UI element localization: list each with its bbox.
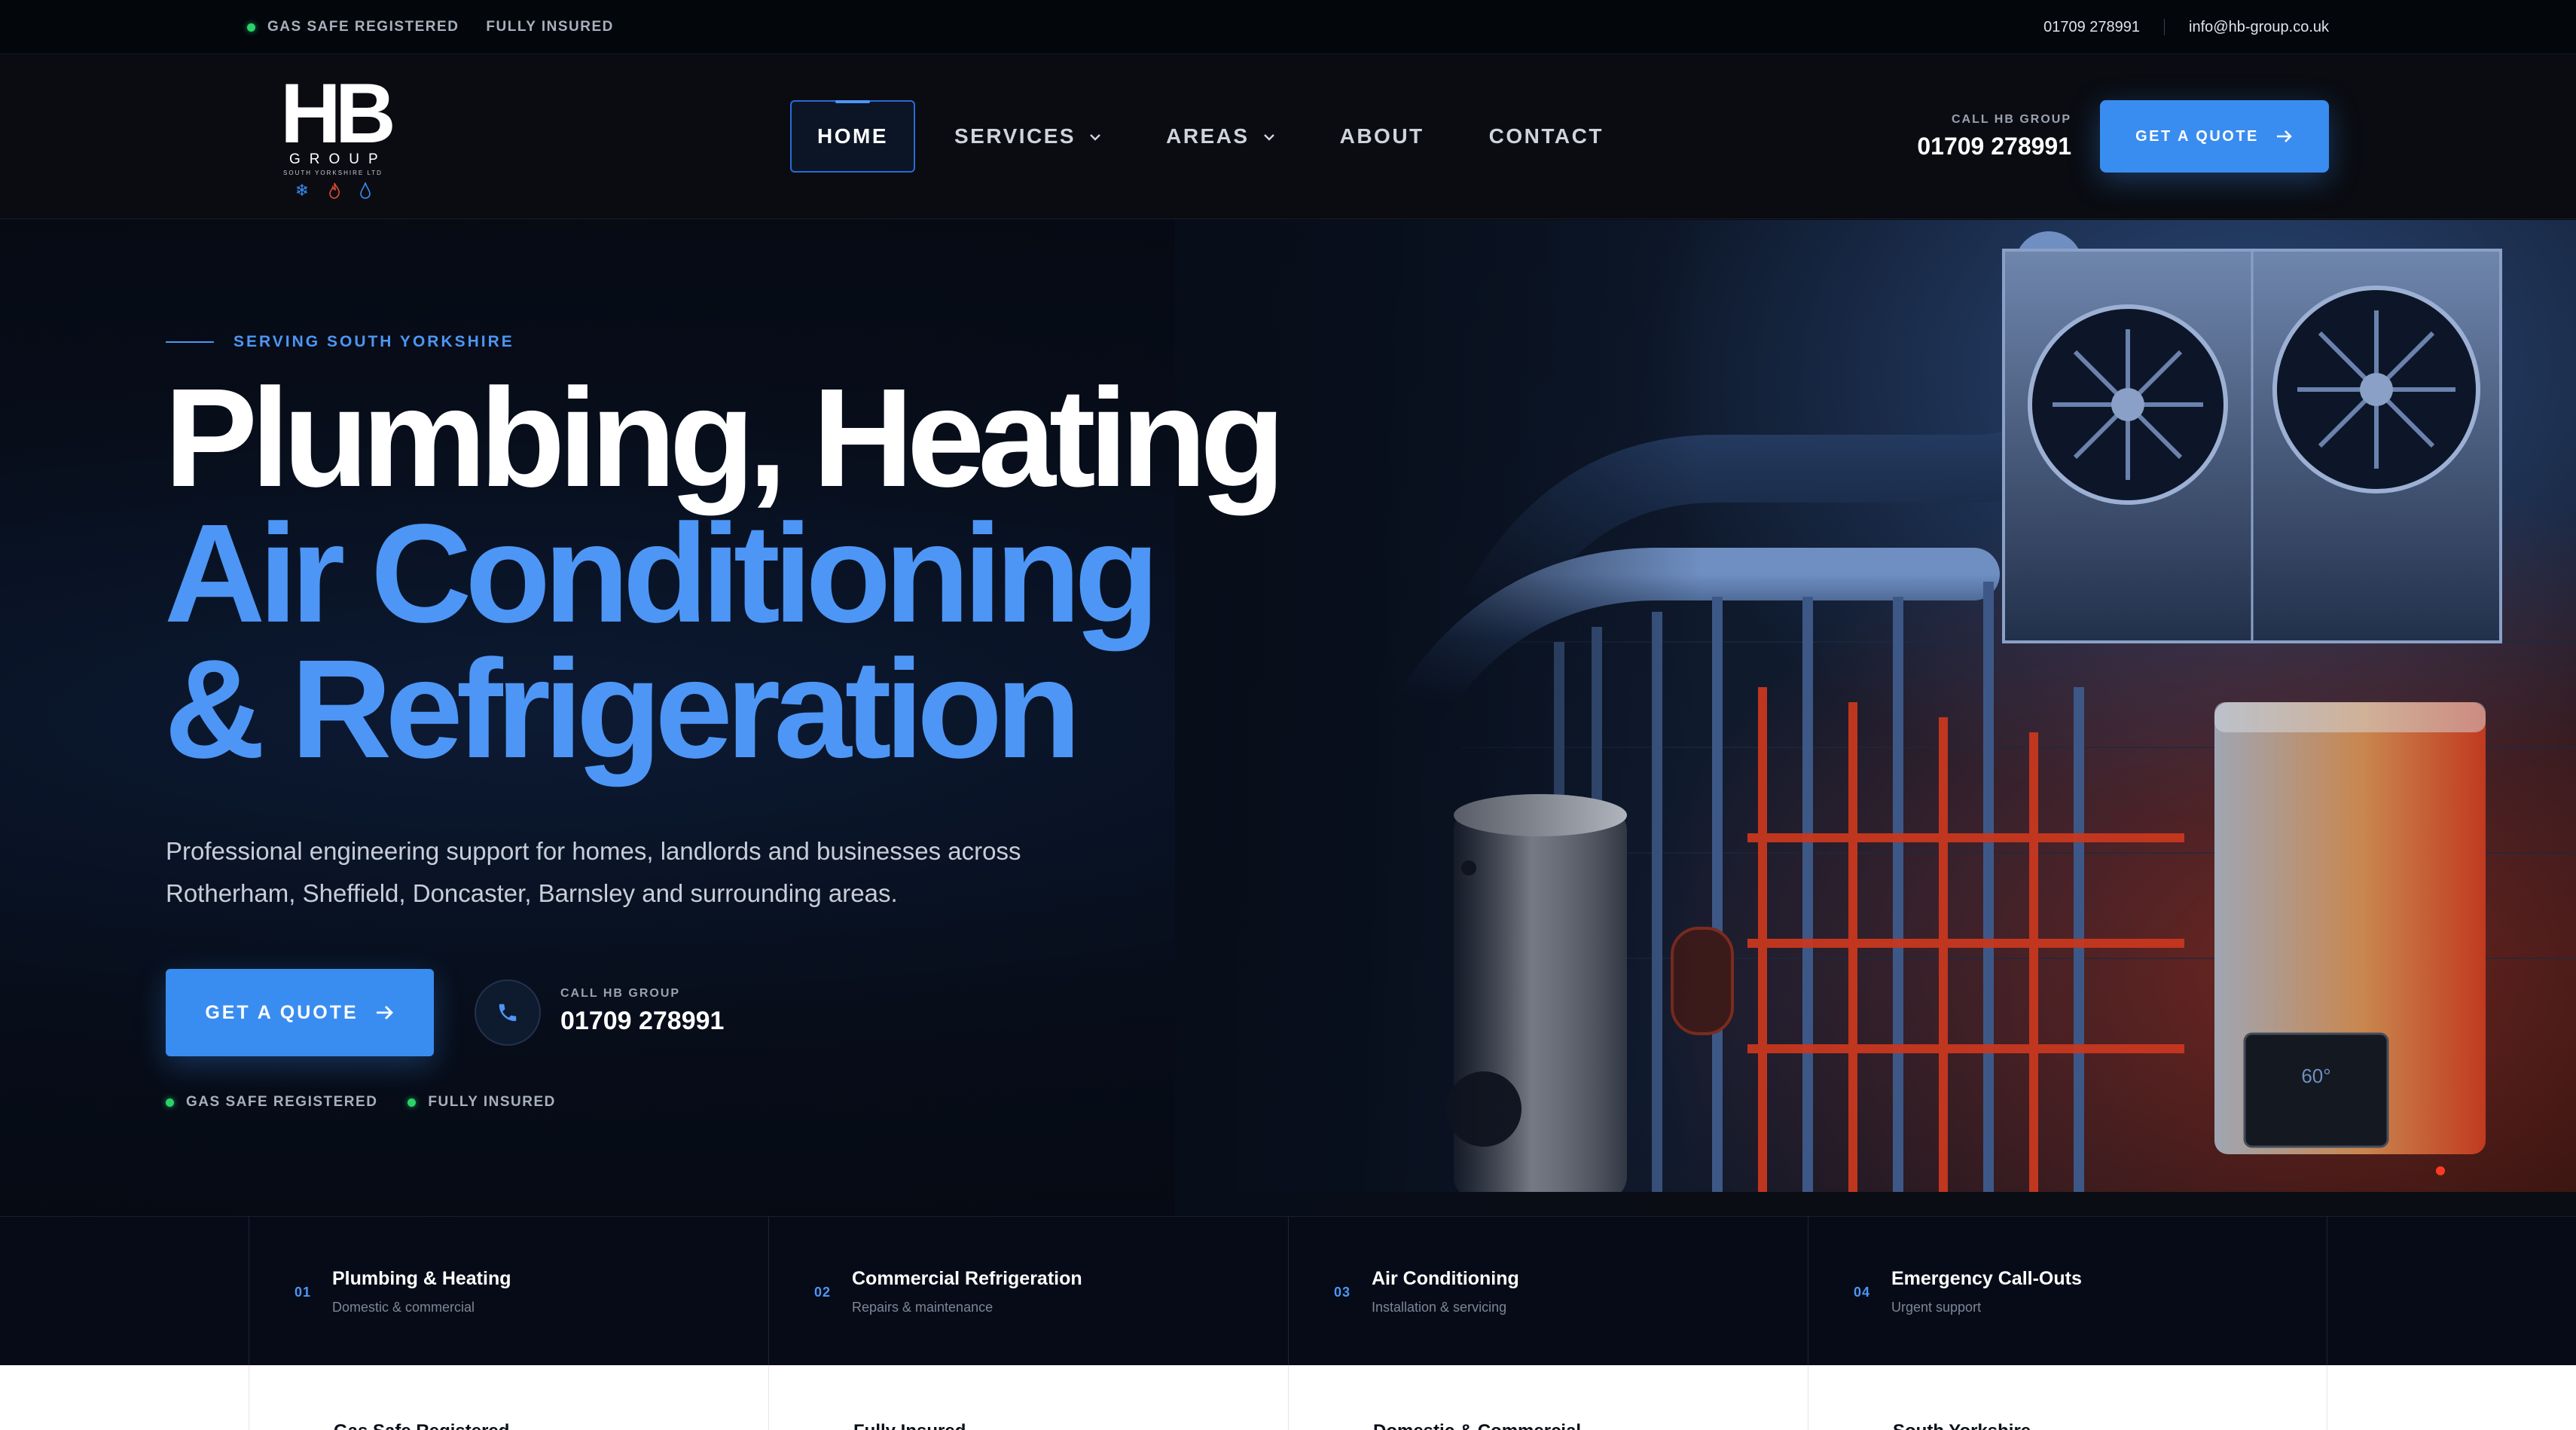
nav-home-label: HOME <box>817 124 888 148</box>
service-title: Emergency Call-Outs <box>1891 1268 2082 1289</box>
nav-home[interactable]: HOME <box>790 100 915 173</box>
hero-heading-line-2: Air Conditioning <box>164 496 1160 652</box>
feature-item: Domestic & Commercial <box>1288 1365 1808 1430</box>
topbar-contact: 01709 278991 info@hb-group.co.uk <box>2043 0 2329 54</box>
header-call-number: 01709 278991 <box>1917 133 2071 160</box>
logo-mark: HB <box>280 66 396 160</box>
feature-title: South Yorkshire <box>1893 1421 2031 1430</box>
service-number: 02 <box>814 1285 832 1300</box>
status-dot-icon <box>247 23 255 32</box>
hero-heading-line-3: & Refrigeration <box>164 631 1082 787</box>
service-card-air-conditioning[interactable]: 03 Air Conditioning Installation & servi… <box>1288 1217 1808 1366</box>
service-number: 04 <box>1854 1285 1871 1300</box>
hero-section: 60° SERVING SOUTH YORKSHIRE Plumbing, He… <box>0 220 2576 1216</box>
hero-heading-line-1: Plumbing, Heating <box>164 360 1286 516</box>
flame-icon <box>328 182 340 202</box>
header-call-block[interactable]: CALL HB GROUP 01709 278991 <box>1917 113 2071 160</box>
nav-about[interactable]: ABOUT <box>1314 100 1450 173</box>
status-dot-icon <box>166 1098 174 1107</box>
boiler-temperature-readout: 60° <box>2301 1065 2330 1087</box>
hero-gas-safe-label: GAS SAFE REGISTERED <box>186 1094 378 1110</box>
hero-call-block[interactable]: CALL HB GROUP 01709 278991 <box>560 987 724 1036</box>
logo-icons: ❄ <box>280 181 386 202</box>
service-title: Plumbing & Heating <box>332 1268 511 1289</box>
service-card-plumbing-heating[interactable]: 01 Plumbing & Heating Domestic & commerc… <box>249 1217 768 1366</box>
services-grid: 01 Plumbing & Heating Domestic & commerc… <box>249 1217 2327 1366</box>
hero-badges: GAS SAFE REGISTERED FULLY INSURED <box>166 1094 586 1111</box>
snowflake-icon: ❄ <box>295 181 310 200</box>
hero-call-label: CALL HB GROUP <box>560 987 681 1000</box>
feature-item: Fully Insured <box>768 1365 1288 1430</box>
logo-word: GROUP <box>289 151 387 167</box>
service-subtitle: Repairs & maintenance <box>852 1300 993 1315</box>
arrow-right-icon <box>375 1004 395 1022</box>
status-dot-icon <box>407 1098 417 1107</box>
feature-item: South Yorkshire <box>1808 1365 2327 1430</box>
hero-description: Professional engineering support for hom… <box>166 837 1021 907</box>
hb-group-logo[interactable]: HB GROUP SOUTH YORKSHIRE LTD ❄ <box>280 66 396 199</box>
nav-areas-label: AREAS <box>1166 124 1250 148</box>
nav-contact-label: CONTACT <box>1488 124 1604 148</box>
nav-areas[interactable]: AREAS <box>1140 100 1301 173</box>
hero-fully-insured-badge: FULLY INSURED <box>407 1094 555 1111</box>
features-grid: Gas Safe Registered Fully Insured Domest… <box>249 1365 2327 1430</box>
chevron-down-icon <box>1263 128 1275 145</box>
hero-eyebrow-text: SERVING SOUTH YORKSHIRE <box>233 333 514 350</box>
nav-about-label: ABOUT <box>1339 124 1424 148</box>
nav-contact[interactable]: CONTACT <box>1463 100 1629 173</box>
service-card-commercial-refrigeration[interactable]: 02 Commercial Refrigeration Repairs & ma… <box>768 1217 1288 1366</box>
service-subtitle: Installation & servicing <box>1372 1300 1507 1315</box>
topbar-badges: GAS SAFE REGISTERED FULLY INSURED <box>247 0 641 54</box>
feature-title: Gas Safe Registered <box>334 1421 509 1430</box>
service-title: Air Conditioning <box>1372 1268 1519 1289</box>
feature-title: Fully Insured <box>853 1421 966 1430</box>
phone-icon[interactable] <box>475 979 541 1046</box>
topbar-phone-link[interactable]: 01709 278991 <box>2043 19 2140 36</box>
eyebrow-line <box>166 341 214 343</box>
header-get-quote-button[interactable]: GET A QUOTE <box>2100 100 2329 173</box>
service-card-emergency-call-outs[interactable]: 04 Emergency Call-Outs Urgent support <box>1808 1217 2327 1366</box>
fully-insured-label: FULLY INSURED <box>486 19 614 35</box>
nav-services[interactable]: SERVICES <box>929 100 1127 173</box>
divider <box>2164 19 2165 35</box>
topbar-email-link[interactable]: info@hb-group.co.uk <box>2189 19 2329 36</box>
service-number: 01 <box>295 1285 312 1300</box>
service-subtitle: Urgent support <box>1891 1300 1982 1315</box>
hero-get-quote-button[interactable]: GET A QUOTE <box>166 969 434 1056</box>
nav-services-label: SERVICES <box>954 124 1076 148</box>
gas-safe-label: GAS SAFE REGISTERED <box>267 19 459 35</box>
main-nav: HOME SERVICES AREAS ABOUT CONTACT <box>790 100 1643 173</box>
site-header: HB GROUP SOUTH YORKSHIRE LTD ❄ HOME SERV… <box>0 55 2576 219</box>
feature-title: Domestic & Commercial <box>1373 1421 1581 1430</box>
fully-insured-badge: FULLY INSURED <box>486 19 613 35</box>
hero-heading: Plumbing, Heating Air Conditioning & Ref… <box>164 360 1286 787</box>
features-band: Gas Safe Registered Fully Insured Domest… <box>0 1365 2576 1430</box>
water-drop-icon <box>360 181 371 202</box>
feature-item: Gas Safe Registered <box>249 1365 768 1430</box>
page: GAS SAFE REGISTERED FULLY INSURED 01709 … <box>0 0 2576 1430</box>
service-subtitle: Domestic & commercial <box>332 1300 475 1315</box>
arrow-right-icon <box>2275 129 2294 145</box>
logo-tagline: SOUTH YORKSHIRE LTD <box>283 170 383 176</box>
gas-safe-badge: GAS SAFE REGISTERED <box>247 19 459 35</box>
hero-call-number: 01709 278991 <box>560 1007 725 1035</box>
hero-fully-insured-label: FULLY INSURED <box>428 1094 556 1110</box>
chevron-down-icon <box>1089 128 1101 145</box>
header-get-quote-label: GET A QUOTE <box>2135 127 2259 145</box>
hero-get-quote-label: GET A QUOTE <box>205 1001 359 1023</box>
hero-eyebrow: SERVING SOUTH YORKSHIRE <box>166 333 514 351</box>
header-call-label: CALL HB GROUP <box>1951 113 2071 126</box>
services-strip: 01 Plumbing & Heating Domestic & commerc… <box>0 1216 2576 1366</box>
service-number: 03 <box>1334 1285 1351 1300</box>
hero-gas-safe-badge: GAS SAFE REGISTERED <box>166 1094 377 1111</box>
top-info-bar: GAS SAFE REGISTERED FULLY INSURED 01709 … <box>0 0 2576 54</box>
service-title: Commercial Refrigeration <box>852 1268 1082 1289</box>
